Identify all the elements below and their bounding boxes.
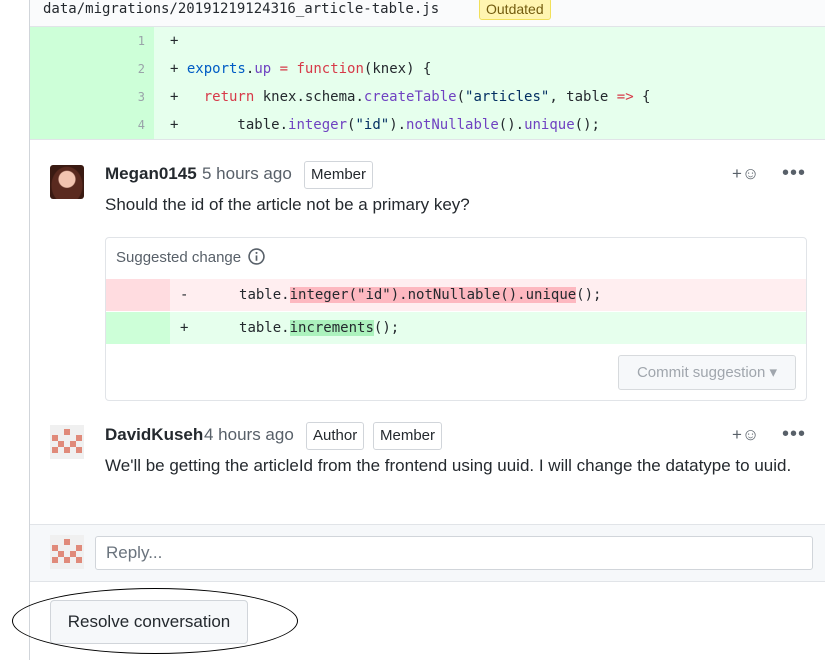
removed-code: - table.integer("id").notNullable().uniq… (180, 279, 601, 311)
suggested-change-label: Suggested change (116, 249, 242, 266)
avatar-megan[interactable] (50, 165, 84, 199)
avatar-david[interactable] (50, 425, 84, 459)
code-line: + (170, 33, 179, 49)
code-line: + table.integer("id").notNullable().uniq… (170, 117, 600, 133)
suggestion-added-line: + table.increments(); (106, 312, 806, 344)
comment-author[interactable]: Megan0145 (105, 162, 197, 186)
removed-gutter (106, 279, 170, 311)
resolve-conversation-button[interactable]: Resolve conversation (50, 600, 248, 644)
removed-highlight: integer("id").notNullable().unique (289, 287, 577, 303)
line-number[interactable]: 2 (125, 55, 145, 83)
comment-body: We'll be getting the articleId from the … (105, 456, 792, 475)
diff-hunk: 1 + 2 + exports.up = function(knex) { 3 … (30, 27, 825, 139)
more-options-icon[interactable]: ••• (782, 163, 806, 183)
removed-suffix: (); (576, 287, 602, 303)
file-path[interactable]: data/migrations/20191219124316_article-t… (43, 0, 439, 18)
add-reaction-icon[interactable]: +☺ (732, 163, 759, 185)
diff-line: 3 + return knex.schema.createTable("arti… (30, 83, 825, 111)
added-highlight: increments (289, 320, 374, 336)
added-gutter (106, 312, 170, 344)
info-icon[interactable] (248, 248, 266, 265)
line-number[interactable]: 3 (125, 83, 145, 111)
avatar-current-user (50, 535, 84, 569)
reply-area (30, 524, 825, 582)
comment-timestamp[interactable]: 5 hours ago (202, 162, 292, 186)
added-prefix: table. (188, 320, 290, 336)
more-options-icon[interactable]: ••• (782, 424, 806, 444)
member-badge: Member (304, 161, 374, 189)
member-badge: Member (373, 422, 443, 450)
added-code: + table.increments(); (180, 312, 399, 344)
code-line: + return knex.schema.createTable("articl… (170, 89, 651, 105)
add-reaction-icon[interactable]: +☺ (732, 424, 759, 446)
file-header: data/migrations/20191219124316_article-t… (30, 0, 825, 27)
author-badge: Author (306, 422, 365, 450)
code-line: + exports.up = function(knex) { (170, 61, 432, 77)
reply-input[interactable] (95, 536, 813, 570)
commit-suggestion-button[interactable]: Commit suggestion ▾ (618, 355, 796, 390)
suggested-change-title: Suggested change (116, 248, 266, 268)
divider (30, 139, 825, 140)
comment-body: Should the id of the article not be a pr… (105, 195, 470, 214)
added-suffix: (); (373, 320, 400, 336)
line-number[interactable]: 4 (125, 111, 145, 139)
removed-prefix: table. (188, 287, 290, 303)
suggested-change-box: Suggested change - table.integer("id").n… (105, 237, 807, 401)
comment-author[interactable]: DavidKuseh (105, 423, 203, 447)
diff-line: 4 + table.integer("id").notNullable().un… (30, 111, 825, 139)
suggestion-removed-line: - table.integer("id").notNullable().uniq… (106, 279, 806, 311)
diff-line: 1 + (30, 27, 825, 55)
comment-timestamp[interactable]: 4 hours ago (204, 423, 294, 447)
diff-line: 2 + exports.up = function(knex) { (30, 55, 825, 83)
line-number[interactable]: 1 (125, 27, 145, 55)
outdated-badge: Outdated (479, 0, 551, 20)
